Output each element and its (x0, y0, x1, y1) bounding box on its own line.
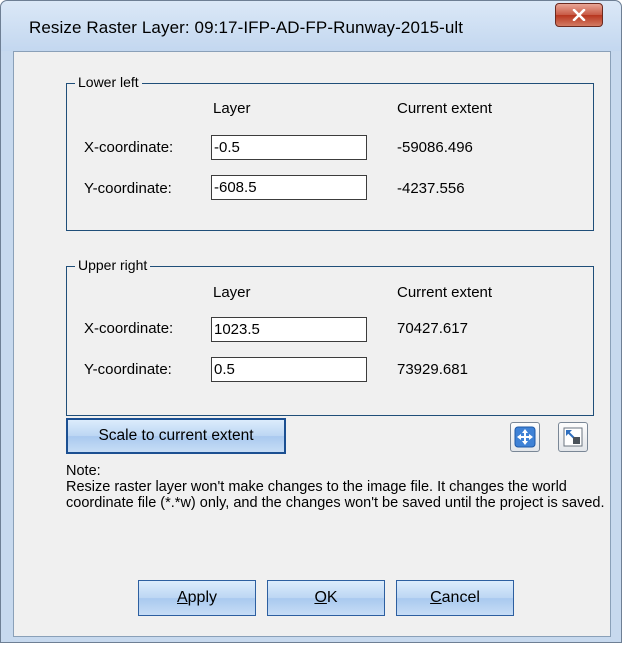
note-heading: Note: (66, 463, 101, 479)
scale-to-current-extent-button[interactable]: Scale to current extent (66, 418, 286, 454)
close-icon (572, 9, 586, 21)
cancel-accelerator: C (430, 589, 442, 606)
lower-left-x-label: X-coordinate: (84, 139, 174, 156)
apply-label: pply (187, 589, 218, 606)
title-bar[interactable]: Resize Raster Layer: 09:17-IFP-AD-FP-Run… (1, 1, 621, 51)
upper-right-x-extent: 70427.617 (397, 320, 468, 337)
lower-left-extent-header: Current extent (397, 100, 493, 117)
cancel-button[interactable]: Cancel (396, 580, 514, 616)
resize-corner-icon (563, 427, 583, 447)
lower-left-y-label: Y-coordinate: (84, 180, 172, 197)
move-button[interactable] (510, 422, 540, 452)
ok-label: K (326, 589, 338, 606)
apply-button[interactable]: Apply (138, 580, 256, 616)
dialog-body: Lower left Layer Current extent X-coordi… (13, 51, 611, 637)
resize-raster-dialog: Resize Raster Layer: 09:17-IFP-AD-FP-Run… (0, 0, 622, 643)
ok-accelerator: O (314, 589, 327, 606)
upper-right-y-label: Y-coordinate: (84, 361, 172, 378)
upper-right-legend: Upper right (75, 257, 151, 273)
lower-left-legend: Lower left (75, 74, 142, 90)
lower-left-group: Lower left Layer Current extent X-coordi… (66, 74, 594, 231)
lower-left-y-extent: -4237.556 (397, 180, 465, 197)
upper-right-layer-header: Layer (213, 284, 251, 301)
ok-button[interactable]: OK (267, 580, 385, 616)
upper-right-x-input[interactable] (211, 317, 367, 342)
note-text: Resize raster layer won't make changes t… (66, 479, 605, 511)
upper-right-group: Upper right Layer Current extent X-coord… (66, 257, 594, 416)
note-block: Note: Resize raster layer won't make cha… (66, 463, 606, 511)
lower-left-y-input[interactable] (211, 175, 367, 200)
upper-right-x-label: X-coordinate: (84, 320, 174, 337)
lower-left-x-extent: -59086.496 (397, 139, 473, 156)
cancel-label: ancel (441, 589, 480, 606)
lower-left-x-input[interactable] (211, 135, 367, 160)
dialog-title: Resize Raster Layer: 09:17-IFP-AD-FP-Run… (29, 18, 464, 37)
lower-left-layer-header: Layer (213, 100, 251, 117)
close-button[interactable] (555, 3, 603, 27)
resize-button[interactable] (558, 422, 588, 452)
upper-right-y-extent: 73929.681 (397, 361, 468, 378)
move-arrows-icon (514, 426, 536, 448)
upper-right-extent-header: Current extent (397, 284, 493, 301)
upper-right-y-input[interactable] (211, 357, 367, 382)
apply-accelerator: A (176, 589, 188, 606)
